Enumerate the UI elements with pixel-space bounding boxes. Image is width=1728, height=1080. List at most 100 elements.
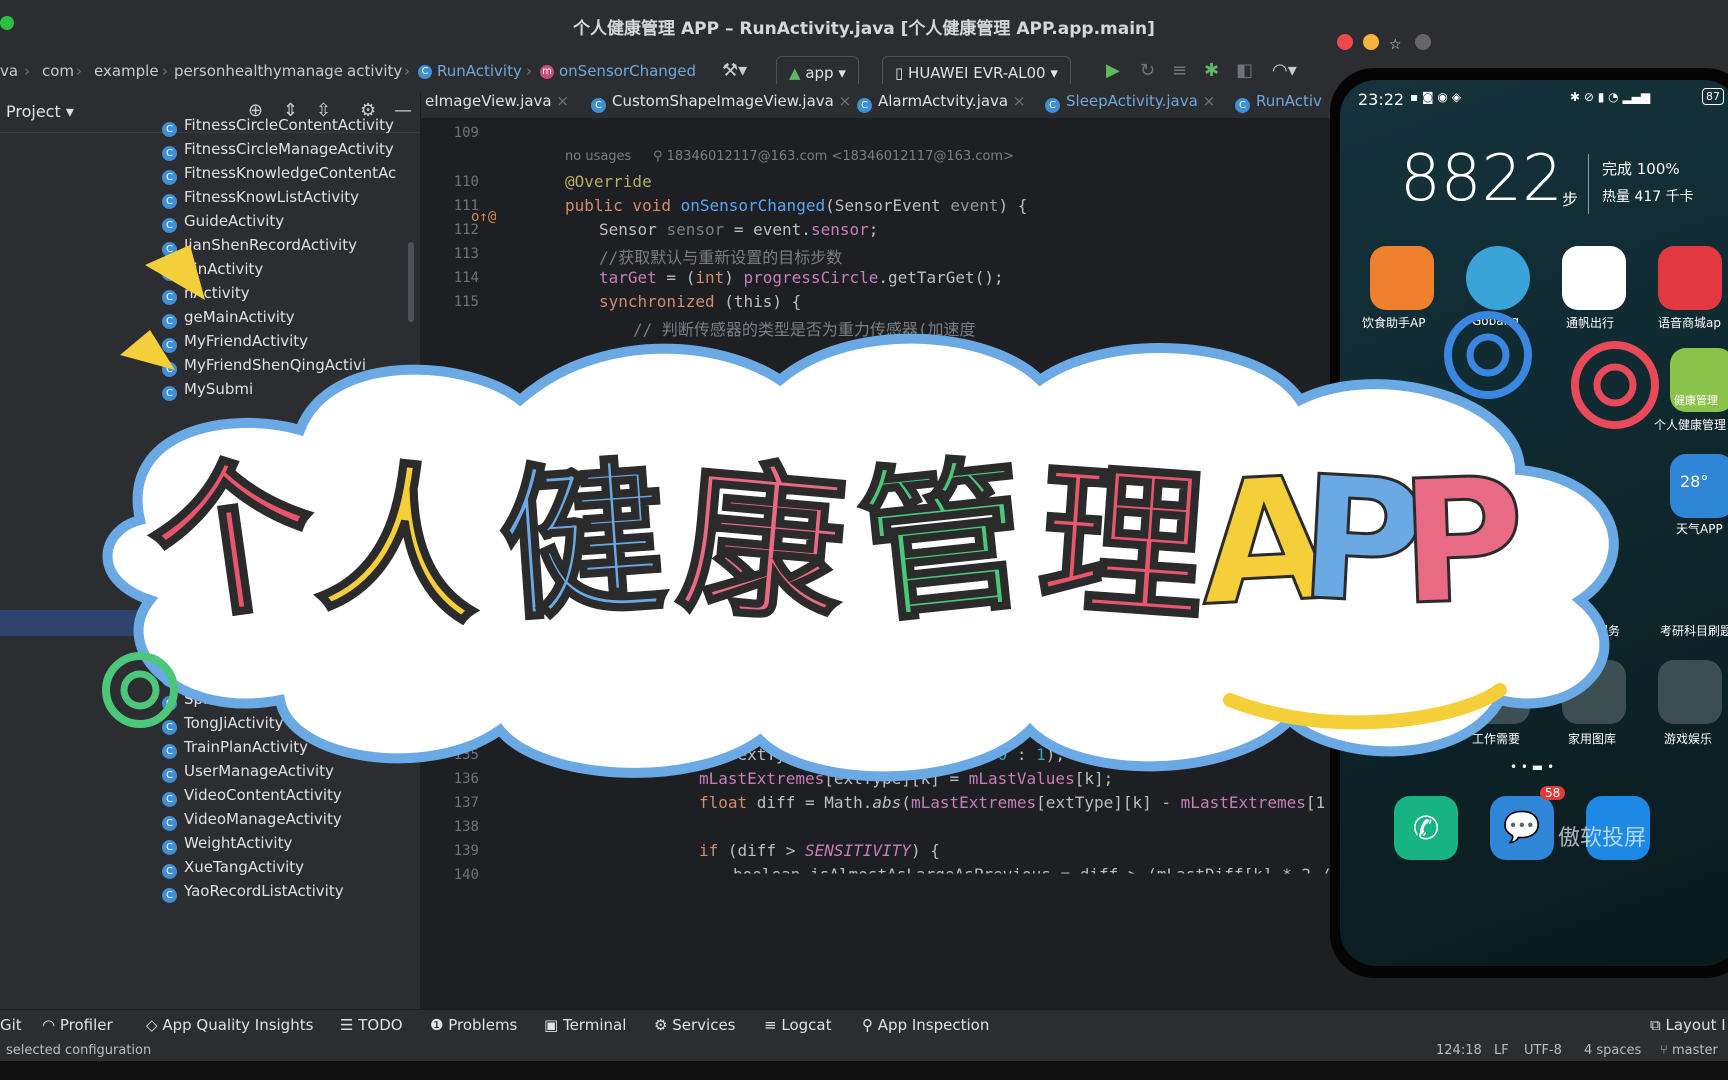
tree-item[interactable]: C TongJiActivity: [162, 714, 284, 735]
close-window-icon[interactable]: [1337, 34, 1353, 50]
tab-customshapeimageview[interactable]: C CustomShapeImageView.java ×: [591, 92, 851, 113]
app-icon-voice-mall[interactable]: [1658, 246, 1722, 310]
phone-screen[interactable]: 23:22 ▪ ◙ ◉ ◈ ✱ ⊘ ▮ ◔ ▂▄▆ 87 8822 步 完成 1…: [1340, 80, 1728, 966]
folder-life[interactable]: [1370, 660, 1434, 724]
app-icon-diet[interactable]: [1370, 246, 1434, 310]
app-icon-phone[interactable]: ✆: [1394, 796, 1458, 860]
tree-item[interactable]: CgeMainActivity: [162, 308, 295, 329]
tool-todo[interactable]: ☰ TODO: [340, 1016, 403, 1034]
override-gutter-icon[interactable]: o↑@: [471, 209, 496, 225]
tree-item-label: SleepTongJiActivity: [184, 666, 326, 684]
tab-alarmactivity[interactable]: C AlarmActvity.java ×: [857, 92, 1025, 113]
tree-item[interactable]: C SplashActivity: [162, 690, 290, 711]
maximize-dot-icon[interactable]: [0, 16, 14, 30]
run-icon[interactable]: ▶: [1106, 60, 1120, 81]
app-label: Gobang: [1472, 314, 1519, 328]
line-separator[interactable]: LF: [1494, 1043, 1509, 1058]
tree-item[interactable]: CginActivity: [162, 260, 263, 281]
tree-item[interactable]: C YaoRecordListActivity: [162, 882, 344, 903]
phone-clock: 23:22: [1358, 90, 1405, 109]
tree-item[interactable]: C FitnessCircleContentActivity: [162, 116, 394, 137]
file-encoding[interactable]: UTF-8: [1524, 1043, 1562, 1058]
apply-changes-icon[interactable]: ≡: [1172, 60, 1187, 81]
class-icon: C: [162, 864, 177, 879]
hide-panel-icon[interactable]: —: [394, 100, 412, 121]
tree-item[interactable]: C XueTangActivity: [162, 858, 304, 879]
tree-item[interactable]: C SleepTongJiActivity: [162, 666, 325, 687]
tree-item[interactable]: CnActivity: [162, 284, 250, 305]
breadcrumb-item[interactable]: example: [94, 62, 159, 80]
page-indicator[interactable]: • • ▬ •: [1510, 760, 1554, 774]
tool-layout-inspector[interactable]: ⧉ Layout I: [1650, 1016, 1726, 1034]
breadcrumb-item[interactable]: com: [42, 62, 74, 80]
class-icon: C: [162, 888, 177, 903]
tree-item[interactable]: C MyFriendActivity: [162, 332, 308, 353]
settings-window-icon[interactable]: [1415, 34, 1431, 50]
tree-scrollbar[interactable]: [408, 242, 414, 322]
close-tab-icon[interactable]: ×: [839, 92, 852, 110]
debug-icon[interactable]: ✱: [1204, 60, 1219, 81]
tool-services[interactable]: ⚙ Services: [654, 1016, 736, 1034]
tree-item-label: GuideActivity: [184, 212, 285, 230]
tool-profiler[interactable]: ◠ Profiler: [42, 1016, 113, 1034]
tool-terminal[interactable]: ▣ Terminal: [544, 1016, 626, 1034]
breadcrumb-class[interactable]: C RunActivity: [418, 62, 522, 80]
problems-icon: ❶: [430, 1016, 444, 1034]
breadcrumb-item[interactable]: personhealthymanage: [174, 62, 343, 80]
folder-games[interactable]: [1658, 660, 1722, 724]
tree-item-label: ginActivity: [184, 260, 264, 278]
profiler-icon[interactable]: ◠▾: [1272, 60, 1297, 81]
class-icon: C: [162, 816, 177, 831]
close-tab-icon[interactable]: ×: [1013, 92, 1026, 110]
class-icon: C: [591, 98, 606, 113]
breadcrumb-method[interactable]: m onSensorChanged: [540, 62, 696, 80]
attach-debugger-icon[interactable]: ◧: [1236, 60, 1253, 81]
app-icon-messages[interactable]: 💬: [1490, 796, 1554, 860]
tree-item[interactable]: C TrainPlanActivity: [162, 738, 308, 759]
tool-problems[interactable]: ❶ Problems: [430, 1016, 517, 1034]
tab-runactivity[interactable]: C RunActiv: [1235, 92, 1322, 118]
tree-item[interactable]: C JianShenRecordActivity: [162, 236, 357, 257]
indent-setting[interactable]: 4 spaces: [1584, 1043, 1641, 1058]
cursor-position[interactable]: 124:18: [1436, 1043, 1482, 1058]
minimize-window-icon[interactable]: [1363, 34, 1379, 50]
pin-icon[interactable]: ☆: [1389, 34, 1405, 53]
tool-app-quality-insights[interactable]: ◇ App Quality Insights: [146, 1016, 313, 1034]
tree-item[interactable]: C FitnessKnowledgeContentAc: [162, 164, 396, 185]
app-icon-travel[interactable]: [1562, 246, 1626, 310]
tool-logcat[interactable]: ≡ Logcat: [764, 1016, 831, 1034]
tree-item[interactable]: C MyFriendShenQingActivi: [162, 356, 366, 377]
folder-work[interactable]: [1466, 660, 1530, 724]
class-icon: C: [857, 98, 872, 113]
device-label: HUAWEI EVR-AL00: [908, 64, 1046, 82]
folder-gallery[interactable]: [1562, 660, 1626, 724]
close-tab-icon[interactable]: ×: [556, 92, 569, 110]
usage-hint[interactable]: no usages: [565, 149, 631, 164]
code-line-112: Sensor sensor = event.sensor;: [599, 220, 879, 239]
tree-item[interactable]: C MySubmi: [162, 380, 253, 401]
tree-item[interactable]: C VideoContentActivity: [162, 786, 342, 807]
tree-item[interactable]: C FitnessKnowListActivity: [162, 188, 359, 209]
git-branch[interactable]: ⑂ master: [1660, 1043, 1718, 1058]
app-icon-gobang[interactable]: [1466, 246, 1530, 310]
tool-git[interactable]: Git: [0, 1016, 22, 1034]
branch-icon: ⑂: [1660, 1043, 1668, 1058]
breadcrumb-item[interactable]: va: [0, 62, 18, 80]
tree-item[interactable]: C FitnessCircleManageActivity: [162, 140, 394, 161]
tree-item[interactable]: C SleepActivity: [162, 642, 282, 663]
tree-item[interactable]: C UserManageActivity: [162, 762, 334, 783]
breadcrumb-item[interactable]: activity: [347, 62, 402, 80]
tab-sleepactivity[interactable]: C SleepActivity.java ×: [1045, 92, 1215, 113]
tree-item[interactable]: C VideoManageActivity: [162, 810, 342, 831]
hammer-icon[interactable]: ⚒▾: [722, 60, 747, 81]
project-panel-title[interactable]: Project ▾: [6, 102, 74, 121]
git-branch-label: master: [1671, 1043, 1718, 1058]
rerun-icon[interactable]: ↻: [1140, 60, 1155, 81]
close-tab-icon[interactable]: ×: [1203, 92, 1216, 110]
tree-item[interactable]: C GuideActivity: [162, 212, 284, 233]
code-editor[interactable]: 109 110 111 112 113 114 115 130 131 132 133 134 135 1…: [421, 119, 1369, 999]
tree-item[interactable]: C WeightActivity: [162, 834, 292, 855]
tree-item-label: FitnessKnowledgeContentAc: [184, 164, 397, 182]
tab-imageview[interactable]: eImageView.java ×: [425, 92, 569, 110]
tool-app-inspection[interactable]: ⚲ App Inspection: [862, 1016, 989, 1034]
